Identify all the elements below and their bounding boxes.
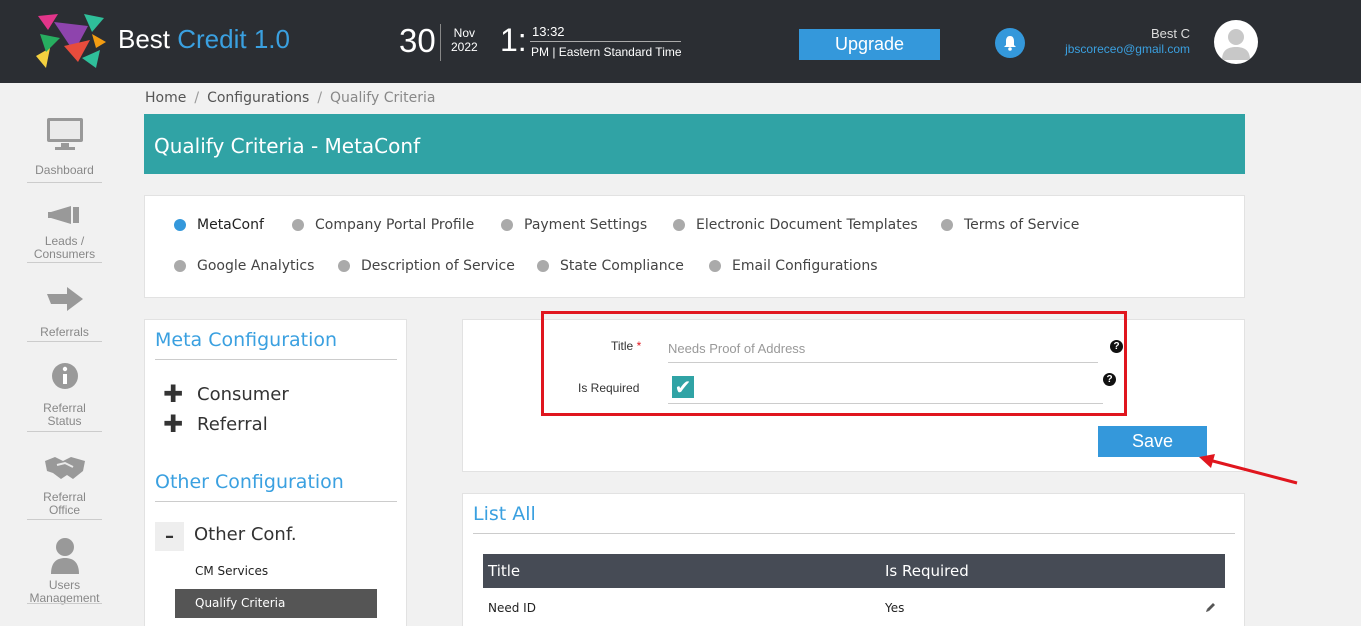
sidebar-item-referrals[interactable]: Referrals <box>27 284 102 342</box>
sidebar-item-referral-office[interactable]: Referral Office <box>27 453 102 520</box>
tab-payment-settings[interactable]: Payment Settings <box>501 217 647 233</box>
sidebar-divider <box>27 519 102 520</box>
plus-icon: ✚ <box>163 380 184 408</box>
sidebar-divider <box>27 182 102 183</box>
other-conf-group[interactable]: Other Conf. <box>194 524 297 545</box>
tab-dot-icon <box>338 260 350 272</box>
subitem-cm-services[interactable]: CM Services <box>195 564 268 578</box>
notification-bell-icon[interactable] <box>995 28 1025 58</box>
breadcrumb-current: Qualify Criteria <box>330 90 436 106</box>
collapse-minus-icon[interactable]: – <box>155 522 184 551</box>
title-label: Title * <box>611 339 642 353</box>
breadcrumb-configurations[interactable]: Configurations <box>207 90 309 106</box>
heading-divider <box>155 501 397 502</box>
heading-divider <box>155 359 397 360</box>
top-bar: Best Credit 1.0 30 Nov 2022 1: 13:32 PM |… <box>0 0 1361 83</box>
tab-dot-icon <box>537 260 549 272</box>
field-underline <box>668 403 1103 404</box>
date-divider <box>440 24 441 61</box>
title-input[interactable] <box>668 335 1098 363</box>
tab-metaconf[interactable]: MetaConf <box>174 217 264 233</box>
tab-dot-icon <box>941 219 953 231</box>
tab-company-portal-profile[interactable]: Company Portal Profile <box>292 217 474 233</box>
info-icon <box>51 363 78 389</box>
date-month-year: Nov 2022 <box>451 26 478 54</box>
is-required-checkbox[interactable]: ✔ <box>672 376 694 398</box>
megaphone-icon <box>47 206 79 224</box>
column-is-required: Is Required <box>885 562 969 580</box>
sidebar-label: Dashboard <box>35 163 94 177</box>
meta-item-consumer[interactable]: ✚ Consumer <box>163 380 289 408</box>
sidebar-label: Referrals <box>40 325 89 339</box>
upgrade-button[interactable]: Upgrade <box>799 29 940 60</box>
breadcrumb-home[interactable]: Home <box>145 90 186 106</box>
table-header: Title Is Required <box>483 554 1225 588</box>
sidebar-label: Office <box>48 503 81 517</box>
help-icon[interactable]: ? <box>1103 373 1116 386</box>
cell-title: Need ID <box>488 601 536 615</box>
tab-terms-of-service[interactable]: Terms of Service <box>941 217 1079 233</box>
user-avatar[interactable] <box>1214 20 1258 64</box>
sidebar-item-referral-status[interactable]: Referral Status <box>27 361 102 432</box>
sidebar-item-leads[interactable]: Leads / Consumers <box>27 203 102 263</box>
edit-pencil-icon[interactable] <box>1205 601 1217 613</box>
sidebar-divider <box>27 431 102 432</box>
breadcrumb: Home / Configurations / Qualify Criteria <box>145 90 436 106</box>
sidebar-label: Consumers <box>33 247 96 261</box>
highlight-box <box>541 311 1127 416</box>
sidebar-item-dashboard[interactable]: Dashboard <box>27 116 102 183</box>
cell-is-required: Yes <box>885 601 905 615</box>
tab-description-of-service[interactable]: Description of Service <box>338 258 515 274</box>
is-required-label: Is Required <box>578 381 640 395</box>
annotation-arrow-icon <box>1199 454 1298 485</box>
time-divider <box>530 41 681 42</box>
checkmark-icon: ✔ <box>674 375 692 399</box>
handshake-icon <box>44 457 85 479</box>
tab-state-compliance[interactable]: State Compliance <box>537 258 684 274</box>
tab-dot-icon <box>501 219 513 231</box>
configuration-panel: Meta Configuration ✚ Consumer ✚ Referral O… <box>144 319 407 626</box>
user-name[interactable]: Best C <box>1064 26 1190 41</box>
subitem-qualify-criteria[interactable]: Qualify Criteria <box>175 589 377 618</box>
tab-electronic-document-templates[interactable]: Electronic Document Templates <box>673 217 918 233</box>
meta-item-referral[interactable]: ✚ Referral <box>163 410 268 438</box>
sidebar-divider <box>27 603 102 604</box>
help-icon[interactable]: ? <box>1110 340 1123 353</box>
sidebar-label: Status <box>47 414 82 428</box>
column-title: Title <box>488 562 521 580</box>
sidebar-divider <box>27 262 102 263</box>
meta-configuration-heading: Meta Configuration <box>155 329 338 351</box>
sidebar-divider <box>27 341 102 342</box>
tab-google-analytics[interactable]: Google Analytics <box>174 258 314 274</box>
arrow-right-icon <box>46 287 83 311</box>
user-icon <box>50 538 79 574</box>
config-tabs-panel <box>144 195 1245 298</box>
plus-icon: ✚ <box>163 410 184 438</box>
tab-dot-icon <box>292 219 304 231</box>
other-configuration-heading: Other Configuration <box>155 471 344 493</box>
time-minutes: 13:32 <box>532 24 565 39</box>
tab-dot-icon <box>174 219 186 231</box>
heading-divider <box>473 533 1235 534</box>
page-title: Qualify Criteria - MetaConf <box>154 134 421 158</box>
tab-email-configurations[interactable]: Email Configurations <box>709 258 878 274</box>
date-day: 30 <box>399 22 436 59</box>
tab-dot-icon <box>673 219 685 231</box>
list-heading: List All <box>473 503 536 525</box>
table-row: Need ID Yes <box>483 590 1225 624</box>
brand-title: Best Credit 1.0 <box>118 24 290 54</box>
monitor-icon <box>46 118 83 150</box>
page-title-bar: Qualify Criteria - MetaConf <box>144 114 1245 174</box>
time-zone: PM | Eastern Standard Time <box>531 45 682 59</box>
app-logo[interactable] <box>34 12 108 70</box>
user-email[interactable]: jbscoreceo@gmail.com <box>1064 42 1190 56</box>
save-button[interactable]: Save <box>1098 426 1207 457</box>
time-hour: 1: <box>500 22 527 58</box>
sidebar-item-users-management[interactable]: Users Management <box>27 536 102 605</box>
tab-dot-icon <box>174 260 186 272</box>
tab-dot-icon <box>709 260 721 272</box>
